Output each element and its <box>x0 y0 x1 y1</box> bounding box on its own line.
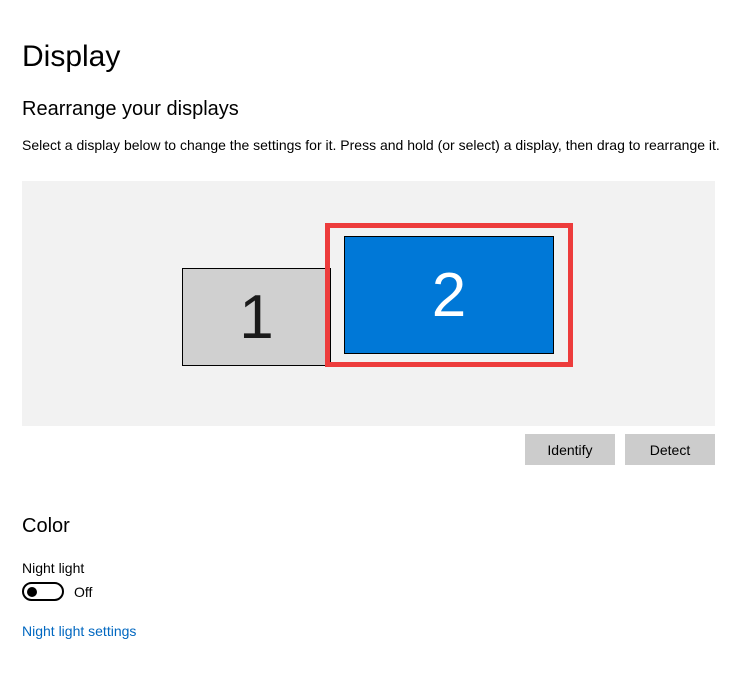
rearrange-help-text: Select a display below to change the set… <box>22 137 733 153</box>
page-title: Display <box>22 40 733 74</box>
display-settings-page: Display Rearrange your displays Select a… <box>0 0 755 661</box>
monitor-2-label: 2 <box>432 260 466 331</box>
night-light-toggle-row: Off <box>22 582 733 601</box>
night-light-toggle-state: Off <box>74 584 92 600</box>
monitor-1-label: 1 <box>239 282 273 353</box>
night-light-toggle[interactable] <box>22 582 64 601</box>
night-light-label: Night light <box>22 560 733 576</box>
arrange-buttons-row: Identify Detect <box>22 434 715 465</box>
identify-button[interactable]: Identify <box>525 434 615 465</box>
toggle-knob-icon <box>27 587 37 597</box>
display-arrangement-area[interactable]: 1 2 <box>22 181 715 426</box>
detect-button[interactable]: Detect <box>625 434 715 465</box>
monitor-2[interactable]: 2 <box>344 236 554 354</box>
monitor-2-highlight: 2 <box>325 223 573 367</box>
monitor-1[interactable]: 1 <box>182 268 331 366</box>
night-light-settings-link[interactable]: Night light settings <box>22 623 136 639</box>
rearrange-section-title: Rearrange your displays <box>22 98 733 121</box>
color-section-title: Color <box>22 515 733 538</box>
